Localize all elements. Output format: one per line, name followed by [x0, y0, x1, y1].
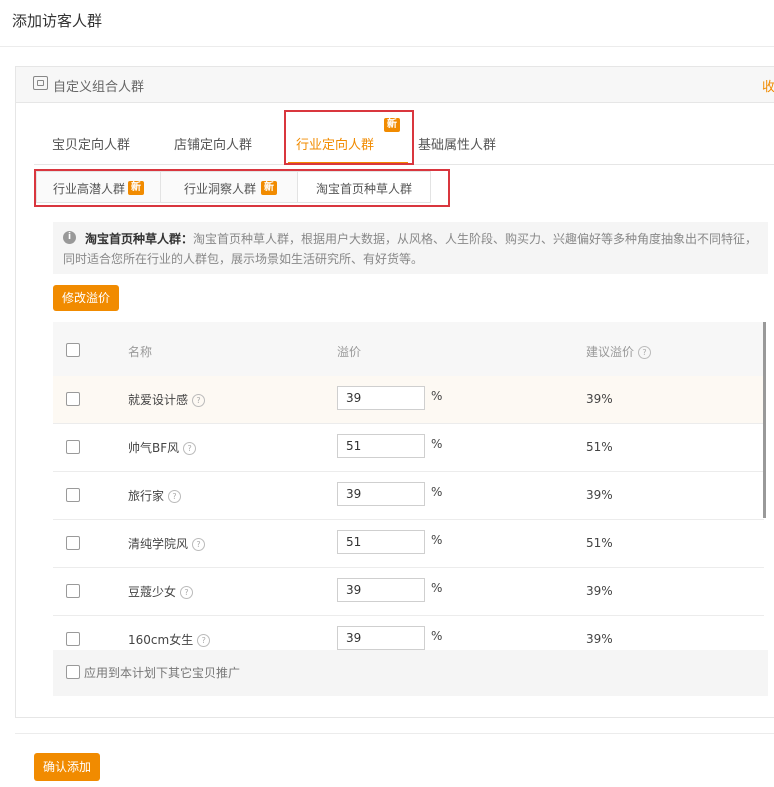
crowd-name-label: 旅行家: [128, 489, 165, 503]
row-divider: [53, 519, 764, 520]
tab-shop-targeting[interactable]: 店铺定向人群: [174, 134, 252, 153]
premium-input[interactable]: [337, 578, 425, 602]
crowd-name: 帅气BF风?: [128, 439, 197, 456]
suggested-premium: 39%: [586, 584, 613, 598]
header-name: 名称: [128, 345, 153, 359]
suggested-premium: 39%: [586, 488, 613, 502]
crowd-name-label: 就爱设计感: [128, 393, 189, 407]
table-header: [53, 322, 764, 376]
suggested-premium: 51%: [586, 440, 613, 454]
info-text: 淘宝首页种草人群：淘宝首页种草人群，根据用户大数据，从风格、人生阶段、购买力、兴…: [63, 229, 763, 269]
percent-unit: %: [431, 437, 443, 451]
suggested-premium: 39%: [586, 632, 613, 646]
row-divider: [53, 471, 764, 472]
collapse-link[interactable]: 收: [762, 76, 774, 95]
help-icon[interactable]: ?: [192, 538, 206, 551]
highlight-box-tab: [284, 110, 414, 165]
percent-unit: %: [431, 629, 443, 643]
modify-premium-button[interactable]: 修改溢价: [53, 285, 119, 311]
crowd-name: 就爱设计感?: [128, 391, 206, 408]
row-checkbox[interactable]: [66, 392, 80, 406]
row-checkbox[interactable]: [66, 536, 80, 550]
help-icon[interactable]: ?: [192, 394, 206, 407]
premium-input[interactable]: [337, 434, 425, 458]
row-checkbox[interactable]: [66, 584, 80, 598]
tab-basic-attributes[interactable]: 基础属性人群: [418, 134, 496, 153]
info-icon: i: [63, 231, 76, 244]
panel-title: 自定义组合人群: [53, 80, 145, 95]
suggested-premium: 39%: [586, 392, 613, 406]
header-premium: 溢价: [337, 345, 362, 359]
apply-to-plan-checkbox[interactable]: [66, 665, 80, 679]
crowd-name: 160cm女生?: [128, 631, 211, 648]
crowd-name-label: 帅气BF风: [128, 441, 180, 455]
percent-unit: %: [431, 485, 443, 499]
page-title: 添加访客人群: [12, 12, 103, 30]
premium-input[interactable]: [337, 386, 425, 410]
divider: [0, 46, 774, 47]
table-scrollbar[interactable]: [763, 322, 766, 518]
table-row-clipped: 160cm女生? % 39%: [53, 615, 764, 650]
help-icon[interactable]: ?: [180, 586, 194, 599]
row-checkbox[interactable]: [66, 632, 80, 646]
crowd-name: 旅行家?: [128, 487, 182, 504]
premium-input[interactable]: [337, 626, 425, 650]
percent-unit: %: [431, 581, 443, 595]
help-icon[interactable]: ?: [183, 442, 197, 455]
row-checkbox[interactable]: [66, 440, 80, 454]
footer-divider: [15, 733, 774, 734]
crowd-name: 清纯学院风?: [128, 535, 206, 552]
row-checkbox[interactable]: [66, 488, 80, 502]
crowd-name-label: 清纯学院风: [128, 537, 189, 551]
tab-item-targeting[interactable]: 宝贝定向人群: [52, 134, 130, 153]
confirm-add-button[interactable]: 确认添加: [34, 753, 100, 781]
crowd-name-label: 160cm女生: [128, 633, 194, 647]
row-divider: [53, 567, 764, 568]
crowd-name-label: 豆蔻少女: [128, 585, 177, 599]
help-icon[interactable]: ?: [197, 634, 211, 647]
group-icon: [33, 76, 48, 90]
crowd-name: 豆蔻少女?: [128, 583, 194, 600]
header-suggested-premium: 建议溢价?: [586, 343, 652, 360]
apply-to-plan-label: 应用到本计划下其它宝贝推广: [84, 666, 241, 680]
select-all-checkbox[interactable]: [66, 343, 80, 357]
help-icon[interactable]: ?: [168, 490, 182, 503]
percent-unit: %: [431, 533, 443, 547]
info-heading: 淘宝首页种草人群：: [85, 232, 194, 246]
help-icon[interactable]: ?: [638, 346, 652, 359]
row-divider: [53, 423, 764, 424]
premium-input[interactable]: [337, 482, 425, 506]
header-suggested-label: 建议溢价: [586, 345, 635, 359]
premium-input[interactable]: [337, 530, 425, 554]
percent-unit: %: [431, 389, 443, 403]
highlight-box-subtabs: [34, 169, 450, 207]
suggested-premium: 51%: [586, 536, 613, 550]
